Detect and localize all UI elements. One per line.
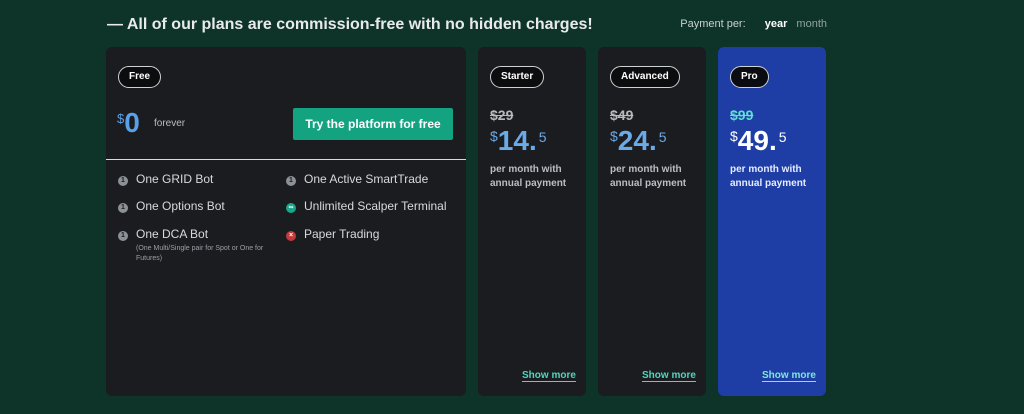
feature-grid-bot: 1 One GRID Bot [118, 172, 213, 186]
feature-smarttrade: 1 One Active SmartTrade [286, 172, 428, 186]
currency-symbol: $ [490, 128, 498, 144]
payment-per-label: Payment per: [680, 18, 746, 30]
old-price: $49 [610, 107, 634, 123]
commission-free-headline: — All of our plans are commission-free w… [107, 16, 593, 33]
plan-badge-starter: Starter [490, 66, 545, 88]
show-more-link[interactable]: Show more [762, 370, 816, 382]
price-decimal: 5 [658, 129, 667, 145]
count-1-icon: 1 [118, 231, 128, 241]
payment-option-month[interactable]: month [796, 18, 827, 30]
payment-period-toggle: Payment per: year month [680, 18, 827, 30]
infinity-icon: ∞ [286, 203, 296, 213]
currency-symbol: $ [610, 128, 618, 144]
old-price: $29 [490, 107, 514, 123]
price-decimal: 5 [538, 129, 547, 145]
feature-label: Paper Trading [304, 227, 380, 241]
payment-option-year[interactable]: year [765, 18, 788, 30]
cross-icon: × [286, 231, 296, 241]
plan-badge-advanced: Advanced [610, 66, 680, 88]
price-amount: 24. [617, 125, 657, 156]
feature-label: One Active SmartTrade [304, 172, 429, 186]
current-price: $14. 5 [490, 125, 547, 157]
plan-badge-pro: Pro [730, 66, 769, 88]
divider [106, 159, 466, 160]
feature-label: One GRID Bot [136, 172, 214, 186]
try-free-button[interactable]: Try the platform for free [293, 108, 453, 140]
billing-period: per month with annual payment [610, 164, 687, 189]
price-amount: 0 [124, 107, 140, 138]
feature-options-bot: 1 One Options Bot [118, 199, 225, 213]
current-price: $24. 5 [610, 125, 667, 157]
show-more-link[interactable]: Show more [522, 370, 576, 382]
feature-note: (One Multi/Single pair for Spot or One f… [136, 245, 264, 262]
plan-card-advanced: Advanced $49 $24. 5 per month with annual… [598, 47, 706, 396]
plan-card-free: Free $0 forever Try the platform for fre… [106, 47, 466, 396]
count-1-icon: 1 [118, 203, 128, 213]
feature-label: One DCA Bot [136, 227, 209, 241]
feature-label: One Options Bot [136, 199, 225, 213]
free-price: $0 [117, 107, 140, 139]
price-amount: 49. [737, 125, 777, 156]
count-1-icon: 1 [286, 176, 296, 186]
plan-card-pro: Pro $99 $49. 5 per month with annual paym… [718, 47, 826, 396]
plan-card-starter: Starter $29 $14. 5 per month with annual … [478, 47, 586, 396]
billing-period: per month with annual payment [730, 164, 807, 189]
current-price: $49. 5 [730, 125, 787, 157]
count-1-icon: 1 [118, 176, 128, 186]
free-period: forever [154, 118, 186, 129]
show-more-link[interactable]: Show more [642, 370, 696, 382]
currency-symbol: $ [730, 128, 738, 144]
feature-scalper-terminal: ∞ Unlimited Scalper Terminal [286, 199, 447, 213]
pricing-header: — All of our plans are commission-free w… [107, 14, 827, 38]
currency-symbol: $ [117, 111, 125, 126]
billing-period: per month with annual payment [490, 164, 567, 189]
feature-paper-trading: × Paper Trading [286, 227, 379, 241]
price-amount: 14. [497, 125, 537, 156]
price-decimal: 5 [778, 129, 787, 145]
plan-badge-free: Free [118, 66, 162, 88]
old-price: $99 [730, 107, 754, 123]
feature-label: Unlimited Scalper Terminal [304, 199, 447, 213]
feature-dca-bot: 1 One DCA Bot (One Multi/Single pair for … [118, 227, 276, 264]
